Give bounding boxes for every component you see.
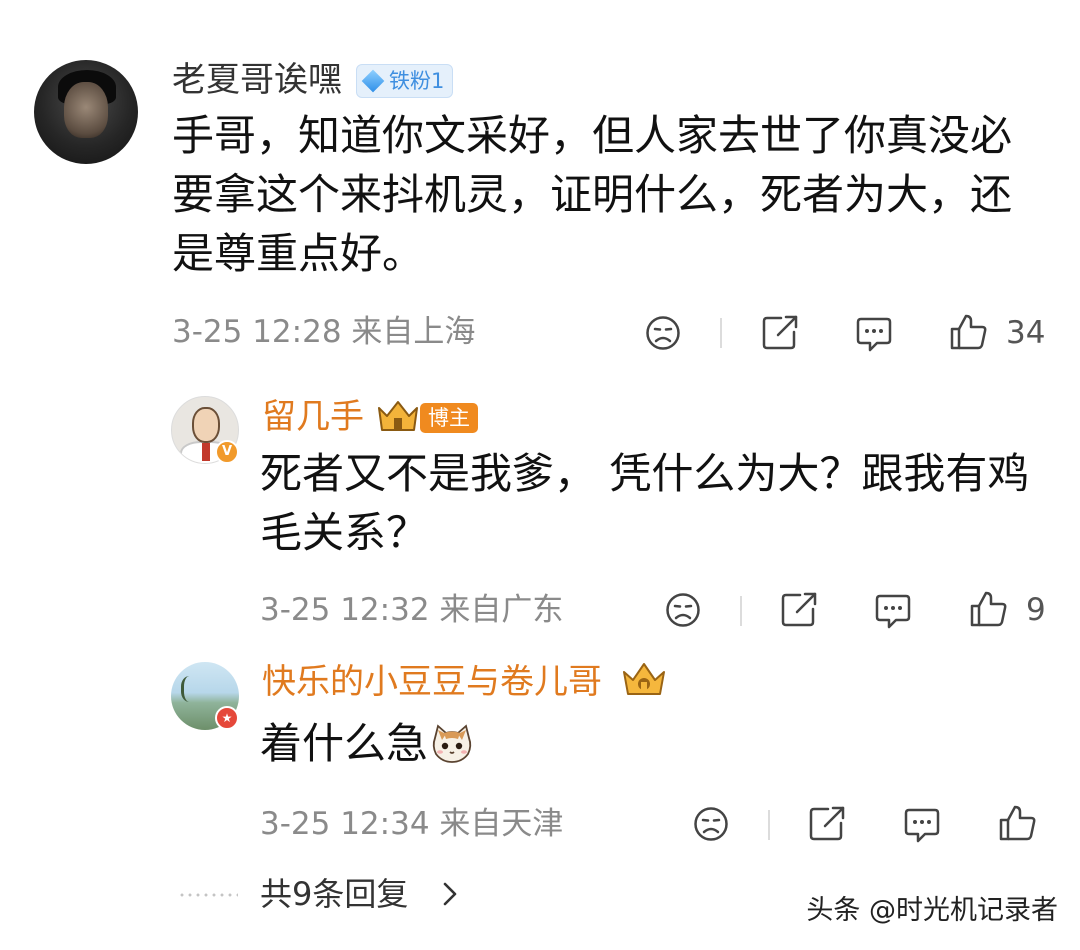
reply-text: 着什么急 — [260, 719, 429, 768]
separator — [740, 596, 742, 626]
avatar[interactable] — [34, 60, 138, 164]
reply-meta: 3-25 12:34 来自天津 — [260, 804, 563, 844]
separator — [720, 318, 722, 348]
comment-author[interactable]: 老夏哥诶嘿 — [172, 60, 342, 100]
star-badge-icon: ★ — [215, 706, 239, 730]
like-count: 9 — [1026, 592, 1046, 628]
reply-author[interactable]: 留几手 — [262, 397, 364, 437]
comment-icon[interactable] — [855, 315, 893, 353]
verified-badge: V — [215, 440, 239, 464]
comment-location: 来自上海 — [351, 314, 476, 350]
dotted-divider — [178, 893, 238, 897]
host-badge: 博主 — [420, 403, 478, 433]
like-count: 34 — [1006, 315, 1046, 351]
watermark: 头条 @时光机记录者 — [806, 895, 1058, 926]
dislike-face-icon[interactable] — [693, 806, 729, 842]
reply-location: 来自广东 — [439, 592, 564, 628]
crown-icon — [378, 401, 418, 431]
dislike-face-icon[interactable] — [665, 592, 701, 628]
crown-icon — [623, 663, 665, 695]
thumbs-up-icon[interactable] — [948, 312, 988, 352]
comment-text: 手哥，知道你文采好，但人家去世了你真没必要拿这个来抖机灵，证明什么，死者为大，还… — [172, 111, 1013, 278]
thumbs-up-icon[interactable] — [997, 803, 1037, 843]
diamond-icon — [361, 69, 385, 93]
share-icon[interactable] — [761, 314, 799, 352]
reply-author[interactable]: 快乐的小豆豆与卷儿哥 — [262, 662, 602, 702]
fan-badge[interactable]: 铁粉1 — [356, 64, 454, 98]
dislike-face-icon[interactable] — [645, 315, 681, 351]
chevron-right-icon[interactable] — [440, 880, 460, 908]
comment-meta: 3-25 12:28 来自上海 — [172, 312, 475, 352]
reply-content: 着什么急 — [260, 714, 1050, 773]
reply-date: 3-25 12:34 — [260, 806, 430, 842]
comment-date: 3-25 12:28 — [172, 314, 342, 350]
fan-badge-label: 铁粉1 — [389, 69, 445, 93]
separator — [768, 810, 770, 840]
share-icon[interactable] — [780, 591, 818, 629]
comment-icon[interactable] — [903, 806, 941, 844]
cat-emoji-icon — [432, 723, 472, 763]
comment-thread: 老夏哥诶嘿 铁粉1 手哥，知道你文采好，但人家去世了你真没必要拿这个来抖机灵，证… — [0, 0, 1080, 950]
thumbs-up-icon[interactable] — [968, 589, 1008, 629]
reply-date: 3-25 12:32 — [260, 592, 430, 628]
reply-location: 来自天津 — [439, 806, 564, 842]
more-replies-link[interactable]: 共9条回复 — [260, 872, 408, 916]
comment-icon[interactable] — [874, 592, 912, 630]
share-icon[interactable] — [808, 805, 846, 843]
reply-meta: 3-25 12:32 来自广东 — [260, 590, 563, 630]
reply-text: 死者又不是我爹， 凭什么为大？跟我有鸡毛关系？ — [260, 449, 1030, 557]
